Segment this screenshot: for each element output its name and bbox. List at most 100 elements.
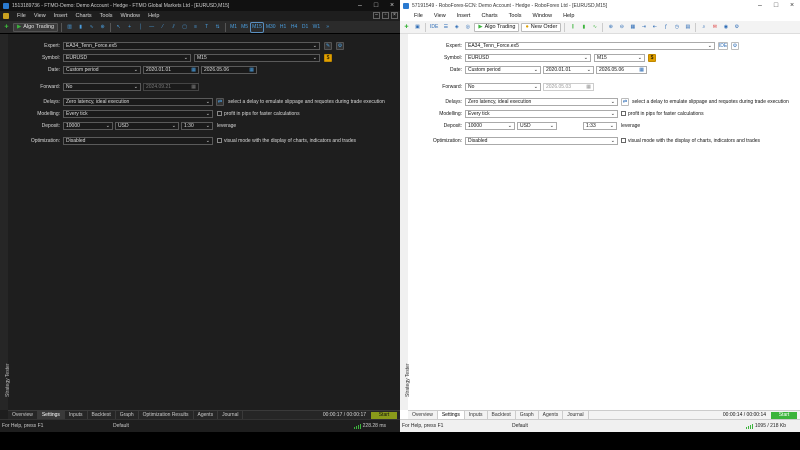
visual-mode-checkbox[interactable]	[621, 138, 626, 143]
fibo-icon[interactable]: ≡	[191, 23, 200, 32]
minimize-button[interactable]: –	[352, 0, 368, 11]
calendar-icon[interactable]: ▦	[249, 67, 254, 73]
zoom-in-icon[interactable]: ⊕	[98, 23, 107, 32]
connection-status[interactable]: 228.28 ms	[353, 423, 386, 429]
bar-chart-icon[interactable]: ▥	[65, 23, 74, 32]
delays-select[interactable]: Zero latency, ideal execution ⌄	[63, 97, 213, 106]
pips-checkbox[interactable]	[217, 111, 222, 116]
optimization-select[interactable]: Disabled ⌄	[63, 136, 213, 145]
algo-trading-button[interactable]: ▶ Algo Trading	[13, 22, 59, 32]
profiles-icon[interactable]: ▣	[413, 23, 422, 32]
cursor-icon[interactable]: ↖	[114, 23, 123, 32]
mdi-close-button[interactable]: ×	[391, 12, 398, 19]
expert-settings-button[interactable]: ⚙	[336, 41, 344, 50]
system-menu-icon[interactable]	[3, 13, 9, 19]
modelling-select[interactable]: Every tick ⌄	[63, 109, 213, 118]
chevron-down-icon[interactable]: ⌄	[587, 67, 591, 73]
maximize-button[interactable]: □	[768, 0, 784, 11]
autoscroll-icon[interactable]: ⇥	[639, 23, 648, 32]
menu-help[interactable]: Help	[563, 13, 574, 19]
arrows-icon[interactable]: ⇅	[213, 23, 222, 32]
menu-insert[interactable]: Insert	[457, 13, 471, 19]
calendar-icon[interactable]: ▦	[191, 67, 196, 73]
menu-file[interactable]: File	[17, 13, 26, 19]
tf-m30[interactable]: M30	[265, 23, 277, 32]
shapes-icon[interactable]: ▢	[180, 23, 189, 32]
menu-tools[interactable]: Tools	[509, 13, 522, 19]
market-icon[interactable]: ◈	[452, 23, 461, 32]
text-icon[interactable]: T	[202, 23, 211, 32]
tf-m1[interactable]: M1	[229, 23, 238, 32]
account-icon[interactable]: ◉	[721, 23, 730, 32]
mdi-restore-button[interactable]: ▫	[382, 12, 389, 19]
symbol-select[interactable]: EURUSD ⌄	[465, 53, 591, 62]
menu-file[interactable]: File	[414, 13, 423, 19]
templates-icon[interactable]: ▤	[683, 23, 692, 32]
expert-settings-button[interactable]: ⚙	[731, 41, 739, 50]
date-from-input[interactable]: 2020.01.01 ▦	[143, 65, 199, 74]
forward-select[interactable]: No ⌄	[465, 82, 541, 91]
menu-charts[interactable]: Charts	[481, 13, 497, 19]
delay-settings-button[interactable]: ⇄	[216, 97, 224, 106]
menu-charts[interactable]: Charts	[75, 13, 91, 19]
menu-view[interactable]: View	[434, 13, 446, 19]
start-button[interactable]: Start	[371, 412, 397, 419]
candles-icon[interactable]: ▮	[579, 23, 588, 32]
edit-expert-button[interactable]: ✎	[324, 41, 332, 50]
horizontal-line-icon[interactable]: —	[147, 23, 156, 32]
period-select[interactable]: M15 ⌄	[594, 53, 645, 62]
periods-icon[interactable]: ◷	[672, 23, 681, 32]
zoom-in-icon[interactable]: ⊕	[606, 23, 615, 32]
menu-view[interactable]: View	[34, 13, 46, 19]
date-from-input[interactable]: 2020.01.01 ⌄	[543, 65, 594, 74]
expert-select[interactable]: EA34_Tenn_Force.ex5 ⌄	[465, 41, 715, 50]
delays-select[interactable]: Zero latency, ideal execution ⌄	[465, 97, 618, 106]
strategy-tester-side-tab[interactable]: Strategy Tester	[0, 34, 11, 410]
modelling-select[interactable]: Every tick ⌄	[465, 109, 618, 118]
close-button[interactable]: ×	[384, 0, 400, 11]
forward-date-input[interactable]: 2024.09.21 ▦	[143, 82, 199, 91]
currency-select[interactable]: USD ⌄	[115, 121, 179, 130]
bar-chart-icon[interactable]: ⫼	[568, 23, 577, 32]
crosshair-icon[interactable]: +	[125, 23, 134, 32]
optimization-select[interactable]: Disabled ⌄	[465, 136, 618, 145]
symbol-properties-button[interactable]: $	[324, 53, 332, 62]
period-select[interactable]: M15 ⌄	[194, 53, 320, 62]
date-mode-select[interactable]: Custom period ⌄	[63, 65, 141, 74]
tf-m15[interactable]: M15	[250, 21, 264, 33]
new-chart-icon[interactable]: ✚	[2, 23, 11, 32]
navigator-icon[interactable]: ☰	[441, 23, 450, 32]
strategy-tester-side-tab[interactable]: Strategy Tester	[400, 34, 411, 410]
channel-icon[interactable]: ⫽	[169, 23, 178, 32]
menu-insert[interactable]: Insert	[54, 13, 68, 19]
calendar-icon[interactable]: ▦	[639, 67, 644, 73]
chart-shift-icon[interactable]: ⇤	[650, 23, 659, 32]
new-order-button[interactable]: ● New Order	[521, 22, 562, 32]
minimize-button[interactable]: –	[752, 0, 768, 11]
candles-icon[interactable]: ▮	[76, 23, 85, 32]
close-button[interactable]: ×	[784, 0, 800, 11]
date-to-input[interactable]: 2026.05.06 ▦	[201, 65, 257, 74]
connection-status[interactable]: 1095 / 218 Kb	[745, 423, 786, 429]
tf-d1[interactable]: D1	[301, 23, 310, 32]
edit-expert-button[interactable]: IDE	[718, 41, 728, 50]
mdi-minimize-button[interactable]: –	[373, 12, 380, 19]
leverage-select[interactable]: 1:30 ⌄	[181, 121, 213, 130]
tf-m5[interactable]: M5	[240, 23, 249, 32]
currency-select[interactable]: USD ⌄	[517, 121, 557, 130]
symbol-properties-button[interactable]: $	[648, 53, 656, 62]
menu-window[interactable]: Window	[533, 13, 553, 19]
deposit-input[interactable]: 10000 ⌄	[63, 121, 113, 130]
tools-icon[interactable]: ⚙	[732, 23, 741, 32]
ide-icon[interactable]: IDE	[429, 23, 439, 32]
menu-help[interactable]: Help	[148, 13, 159, 19]
forward-select[interactable]: No ⌄	[63, 82, 141, 91]
tf-h4[interactable]: H4	[290, 23, 299, 32]
leverage-select[interactable]: 1:33 ⌄	[583, 121, 617, 130]
menu-window[interactable]: Window	[121, 13, 141, 19]
trendline-icon[interactable]: ⁄	[158, 23, 167, 32]
visual-mode-checkbox[interactable]	[217, 138, 222, 143]
forward-date-input[interactable]: 2026.05.03 ▦	[543, 82, 594, 91]
zoom-out-icon[interactable]: ⊖	[617, 23, 626, 32]
expert-select[interactable]: EA34_Tenn_Force.ex5 ⌄	[63, 41, 320, 50]
